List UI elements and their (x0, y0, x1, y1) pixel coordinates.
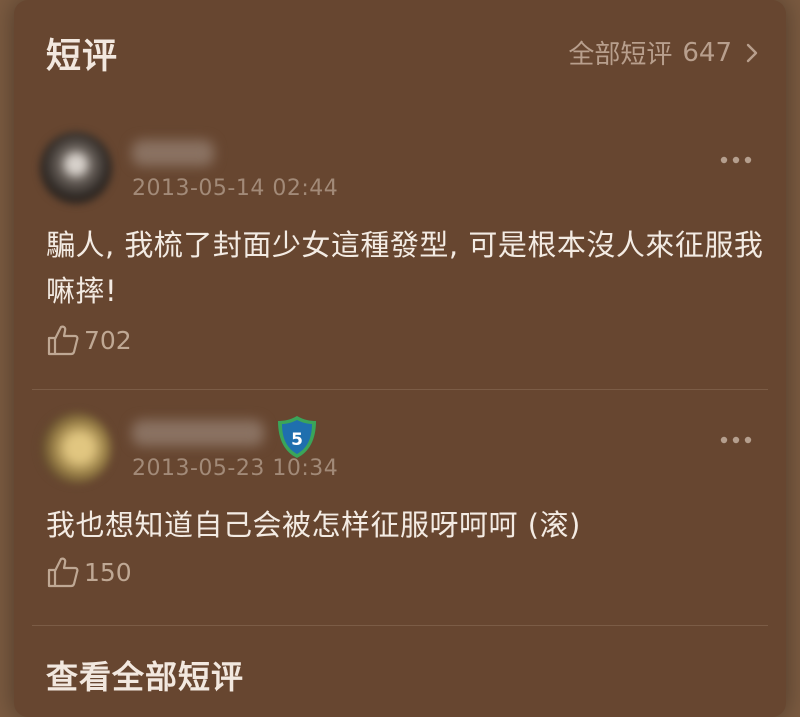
username-blurred[interactable] (132, 140, 214, 166)
section-header: 短评 全部短评 647 (14, 22, 786, 78)
more-options-icon[interactable] (718, 434, 754, 446)
comment-timestamp: 2013-05-14 02:44 (132, 176, 339, 201)
thumbs-up-icon (47, 325, 79, 356)
like-count: 702 (84, 325, 132, 355)
username-blurred[interactable] (132, 420, 264, 446)
more-options-icon[interactable] (718, 154, 754, 166)
avatar[interactable] (40, 412, 112, 484)
avatar[interactable] (40, 132, 112, 204)
all-reviews-link[interactable]: 全部短评 647 (568, 34, 758, 71)
short-reviews-panel: 短评 全部短评 647 2013-05-14 02:44 騙人, 我梳了封面少女… (14, 0, 786, 717)
chevron-right-icon (746, 43, 758, 62)
thumbs-up-icon (47, 557, 79, 588)
comment-timestamp: 2013-05-23 10:34 (132, 456, 339, 481)
like-count: 150 (84, 557, 132, 587)
comment-text: 騙人, 我梳了封面少女這種發型, 可是根本沒人來征服我嘛摔! (46, 228, 764, 308)
badge-level: 5 (291, 430, 303, 450)
divider (32, 389, 768, 390)
all-reviews-count: 647 (682, 37, 732, 68)
all-reviews-label: 全部短评 (568, 40, 673, 70)
like-button[interactable]: 702 (46, 324, 132, 356)
view-all-reviews-button[interactable]: 查看全部短评 (46, 652, 244, 698)
comment-text: 我也想知道自己会被怎样征服呀呵呵 (滚) (46, 508, 581, 542)
like-button[interactable]: 150 (46, 556, 132, 588)
level-badge-icon: 5 (278, 416, 316, 458)
section-title: 短评 (46, 37, 119, 77)
divider (32, 625, 768, 626)
